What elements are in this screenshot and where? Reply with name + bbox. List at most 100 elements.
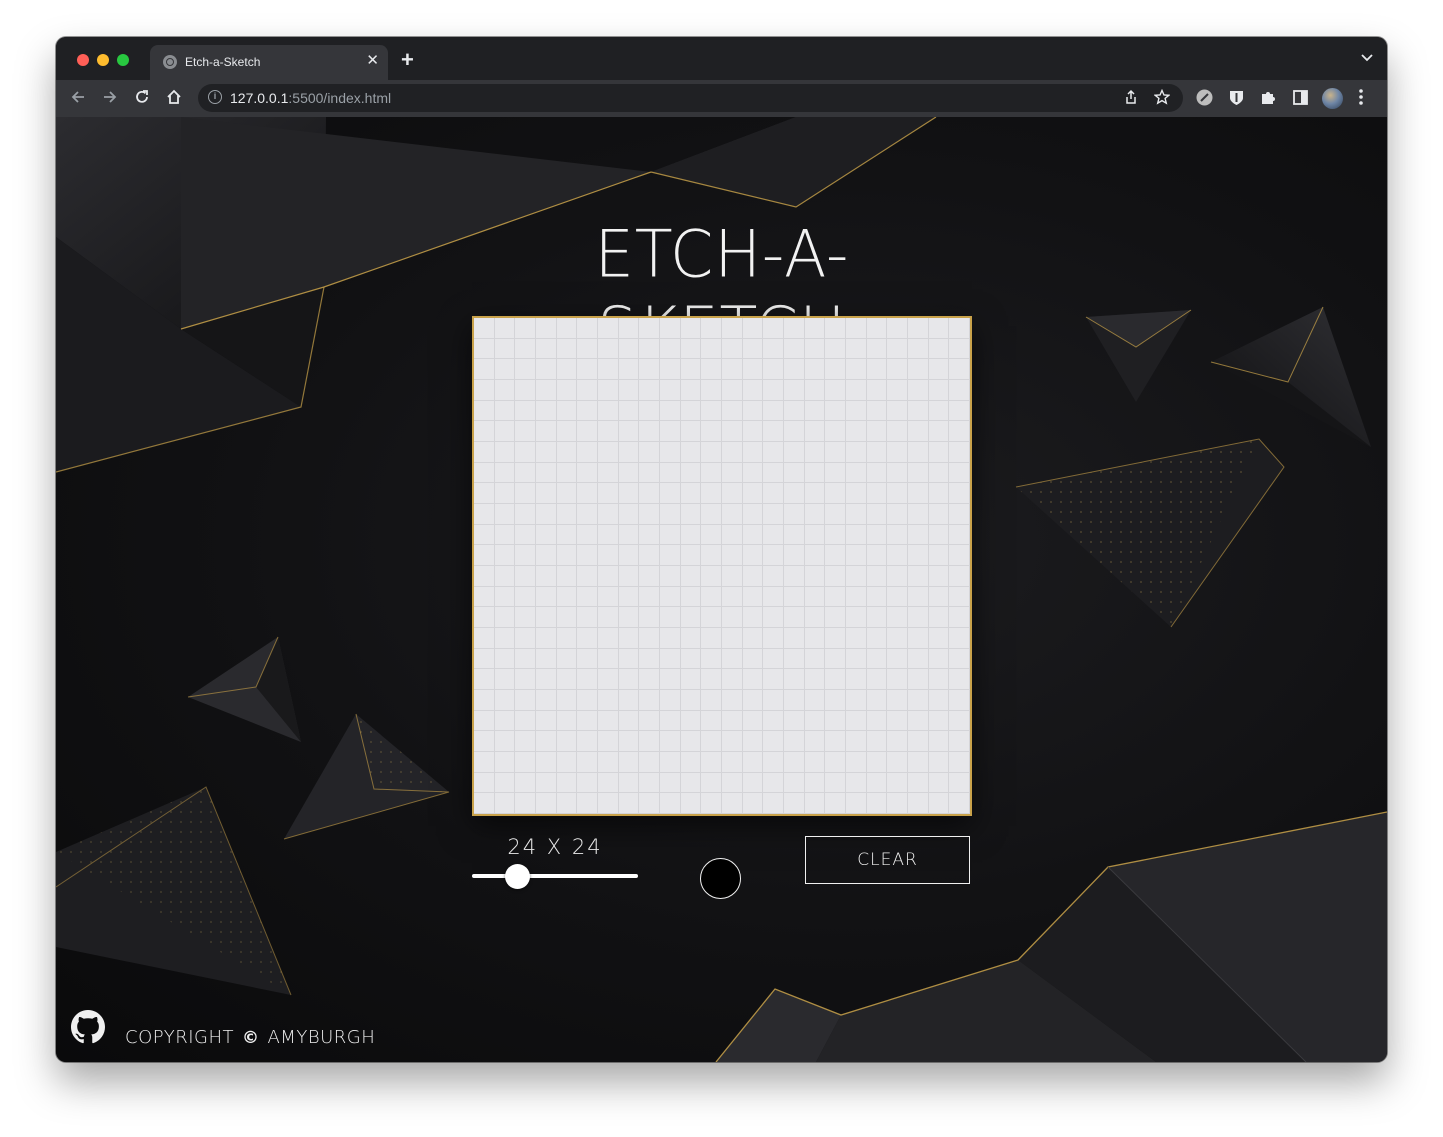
grid-cell[interactable] — [701, 751, 722, 773]
grid-cell[interactable] — [680, 607, 702, 628]
grid-cell[interactable] — [701, 648, 722, 670]
grid-cell[interactable] — [721, 772, 743, 794]
grid-cell[interactable] — [597, 669, 619, 690]
grid-cell[interactable] — [887, 669, 908, 690]
tab-search-chevron-icon[interactable] — [1361, 51, 1373, 65]
grid-cell[interactable] — [928, 338, 950, 360]
grid-cell[interactable] — [535, 379, 557, 401]
grid-cell[interactable] — [763, 545, 784, 566]
grid-cell[interactable] — [887, 565, 908, 587]
grid-cell[interactable] — [535, 689, 557, 711]
grid-cell[interactable] — [680, 648, 702, 670]
grid-cell[interactable] — [701, 421, 722, 442]
grid-cell[interactable] — [515, 710, 536, 732]
grid-cell[interactable] — [535, 772, 557, 794]
grid-cell[interactable] — [577, 772, 598, 794]
grid-cell[interactable] — [804, 586, 826, 608]
grid-cell[interactable] — [783, 441, 805, 463]
grid-cell[interactable] — [845, 462, 867, 484]
sidebar-icon[interactable] — [1292, 89, 1309, 106]
grid-cell[interactable] — [639, 338, 660, 360]
grid-cell[interactable] — [535, 627, 557, 649]
grid-cell[interactable] — [783, 462, 805, 484]
grid-cell[interactable] — [618, 648, 640, 670]
grid-cell[interactable] — [866, 772, 888, 794]
grid-cell[interactable] — [866, 483, 888, 504]
grid-cell[interactable] — [845, 772, 867, 794]
grid-cell[interactable] — [597, 441, 619, 463]
clear-button[interactable]: CLEAR — [805, 836, 970, 884]
grid-cell[interactable] — [887, 483, 908, 504]
grid-cell[interactable] — [701, 462, 722, 484]
grid-cell[interactable] — [701, 669, 722, 690]
grid-cell[interactable] — [783, 503, 805, 525]
grid-cell[interactable] — [680, 441, 702, 463]
grid-cell[interactable] — [866, 441, 888, 463]
grid-cell[interactable] — [577, 318, 598, 339]
grid-cell[interactable] — [763, 503, 784, 525]
grid-cell[interactable] — [597, 689, 619, 711]
grid-cell[interactable] — [845, 483, 867, 504]
grid-cell[interactable] — [907, 607, 929, 628]
grid-cell[interactable] — [928, 359, 950, 380]
share-icon[interactable] — [1124, 89, 1138, 110]
grid-cell[interactable] — [494, 421, 516, 442]
grid-cell[interactable] — [639, 318, 660, 339]
grid-cell[interactable] — [659, 441, 681, 463]
grid-cell[interactable] — [887, 318, 908, 339]
grid-cell[interactable] — [659, 503, 681, 525]
grid-cell[interactable] — [763, 359, 784, 380]
grid-cell[interactable] — [639, 607, 660, 628]
grid-cell[interactable] — [845, 731, 867, 752]
grid-cell[interactable] — [474, 607, 495, 628]
grid-cell[interactable] — [742, 359, 764, 380]
grid-cell[interactable] — [804, 565, 826, 587]
grid-cell[interactable] — [825, 689, 846, 711]
grid-cell[interactable] — [474, 338, 495, 360]
grid-cell[interactable] — [825, 607, 846, 628]
grid-cell[interactable] — [639, 586, 660, 608]
grid-cell[interactable] — [866, 421, 888, 442]
grid-cell[interactable] — [474, 565, 495, 587]
grid-cell[interactable] — [659, 338, 681, 360]
grid-cell[interactable] — [949, 627, 970, 649]
grid-cell[interactable] — [825, 545, 846, 566]
grid-cell[interactable] — [701, 318, 722, 339]
grid-cell[interactable] — [494, 483, 516, 504]
grid-cell[interactable] — [515, 586, 536, 608]
grid-cell[interactable] — [639, 627, 660, 649]
grid-cell[interactable] — [887, 545, 908, 566]
grid-cell[interactable] — [866, 338, 888, 360]
grid-cell[interactable] — [763, 607, 784, 628]
grid-cell[interactable] — [907, 441, 929, 463]
grid-cell[interactable] — [577, 483, 598, 504]
grid-cell[interactable] — [721, 669, 743, 690]
grid-cell[interactable] — [701, 441, 722, 463]
grid-cell[interactable] — [907, 586, 929, 608]
grid-cell[interactable] — [659, 586, 681, 608]
grid-cell[interactable] — [907, 669, 929, 690]
grid-cell[interactable] — [618, 731, 640, 752]
grid-cell[interactable] — [618, 421, 640, 442]
grid-cell[interactable] — [618, 483, 640, 504]
grid-cell[interactable] — [742, 772, 764, 794]
grid-cell[interactable] — [618, 503, 640, 525]
grid-cell[interactable] — [535, 793, 557, 814]
grid-cell[interactable] — [515, 379, 536, 401]
grid-cell[interactable] — [825, 793, 846, 814]
grid-cell[interactable] — [928, 689, 950, 711]
grid-cell[interactable] — [701, 710, 722, 732]
grid-cell[interactable] — [577, 400, 598, 422]
grid-cell[interactable] — [907, 379, 929, 401]
grid-cell[interactable] — [721, 338, 743, 360]
grid-cell[interactable] — [825, 586, 846, 608]
grid-cell[interactable] — [680, 359, 702, 380]
grid-cell[interactable] — [887, 689, 908, 711]
grid-cell[interactable] — [949, 483, 970, 504]
grid-cell[interactable] — [949, 607, 970, 628]
grid-cell[interactable] — [907, 545, 929, 566]
grid-cell[interactable] — [659, 400, 681, 422]
grid-cell[interactable] — [804, 359, 826, 380]
grid-cell[interactable] — [494, 441, 516, 463]
grid-cell[interactable] — [556, 524, 578, 546]
